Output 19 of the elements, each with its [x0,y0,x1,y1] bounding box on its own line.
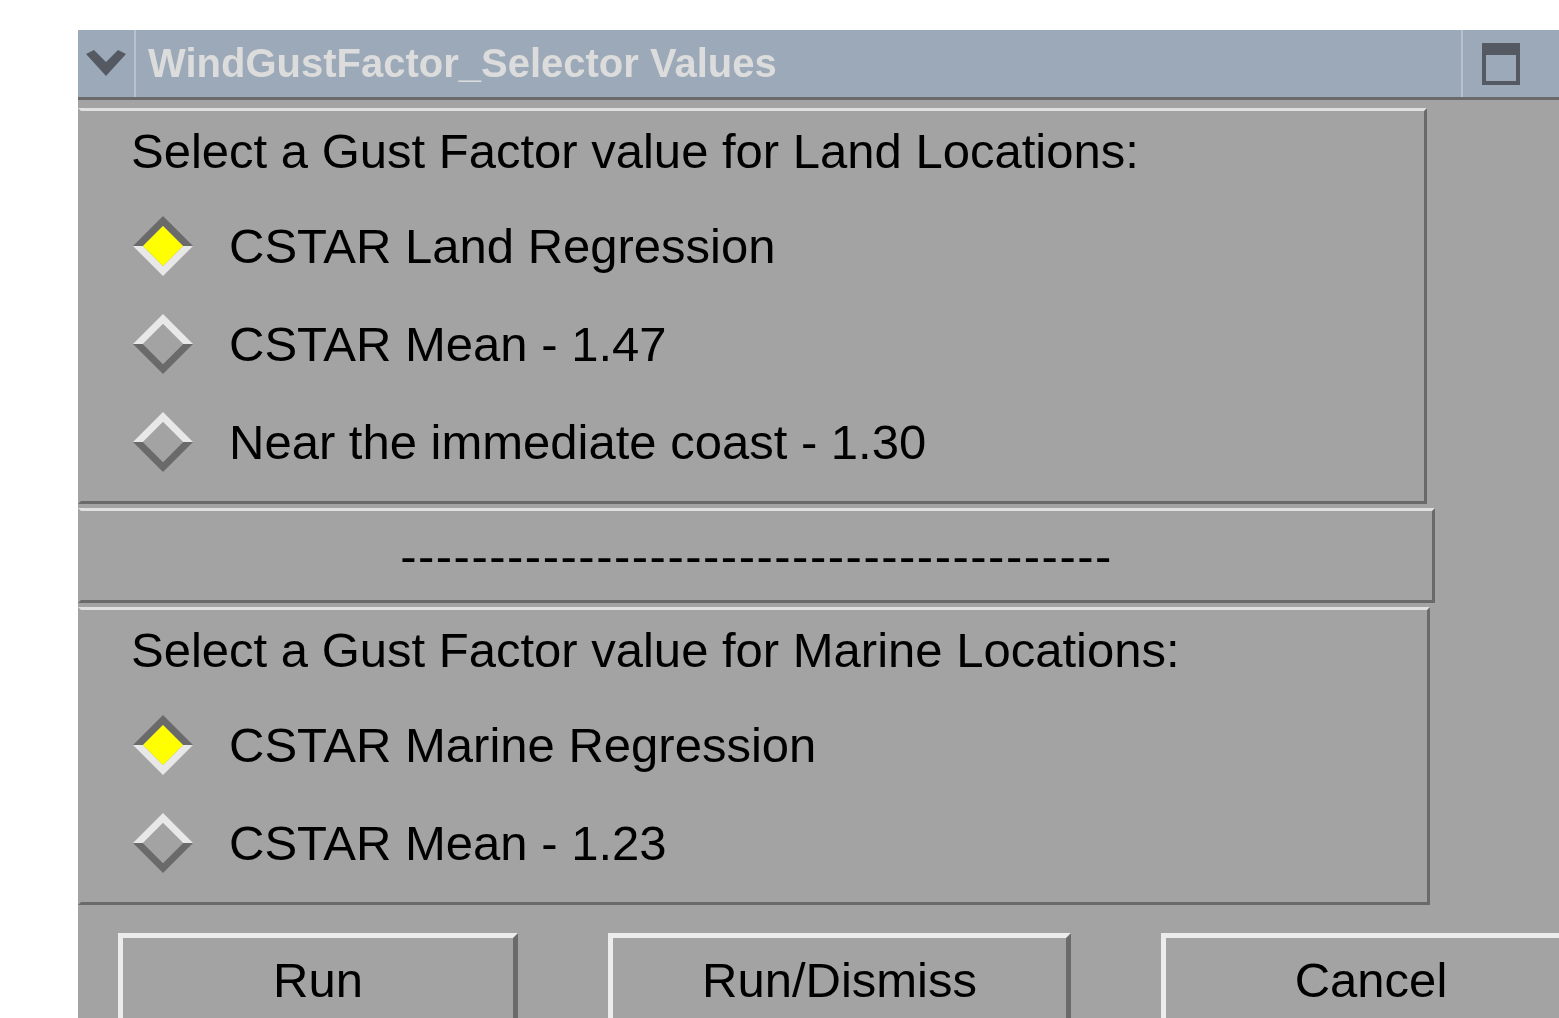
radio-button[interactable] [131,312,195,376]
radio-button[interactable] [131,214,195,278]
radio-button[interactable] [131,713,195,777]
option-label[interactable]: CSTAR Mean - 1.47 [229,316,667,372]
option-label[interactable]: CSTAR Land Regression [229,218,776,274]
separator-text: ---------------------------------------- [400,527,1113,584]
dialog-button[interactable]: Cancel [1161,933,1559,1018]
group-prompt: Select a Gust Factor value for Marine Locations: [131,622,1181,679]
radio-button[interactable] [131,811,195,875]
option-label[interactable]: CSTAR Marine Regression [229,717,817,773]
option-label[interactable]: CSTAR Mean - 1.23 [229,815,667,871]
window-title: WindGustFactor_Selector Values [147,41,778,86]
dialog-button[interactable]: Run/Dismiss [608,933,1071,1018]
dialog-button[interactable]: Run [118,933,518,1018]
chevron-down-icon[interactable] [86,49,126,78]
maximize-icon[interactable] [1482,42,1520,85]
radio-button[interactable] [131,410,195,474]
group-prompt: Select a Gust Factor value for Land Locations: [131,123,1140,180]
option-label[interactable]: Near the immediate coast - 1.30 [229,414,927,470]
